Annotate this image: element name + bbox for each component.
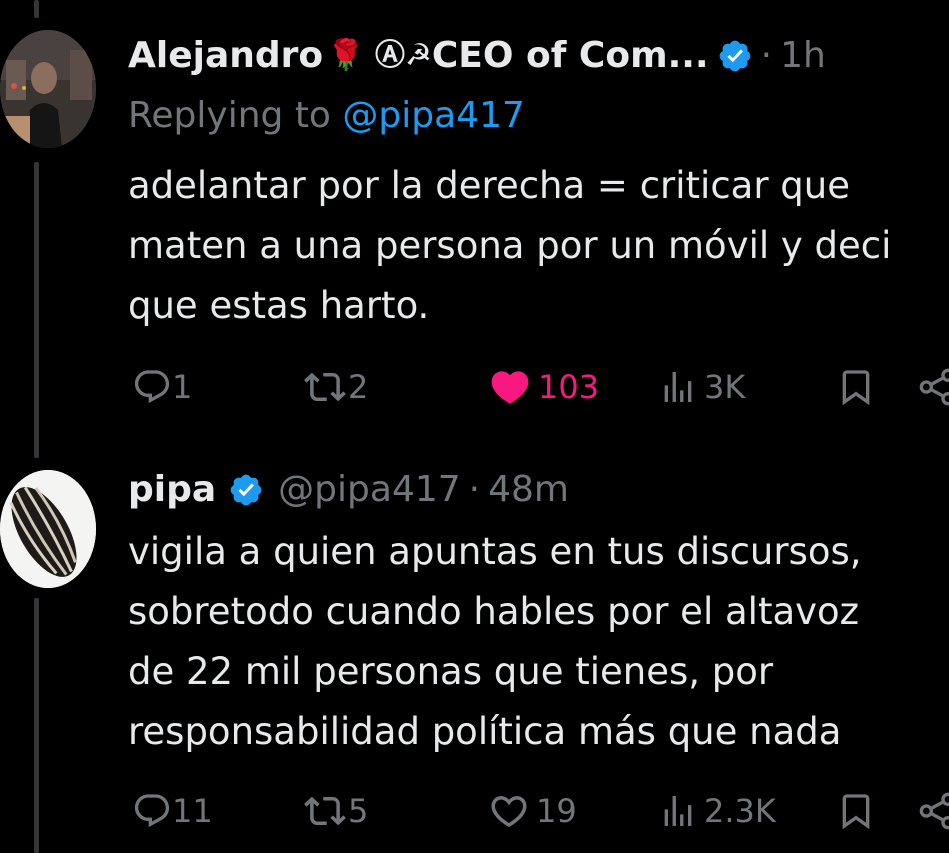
author-name-emojis: 🌹 Ⓐ☭ [327,38,432,73]
retweet-icon [304,796,346,826]
share-icon [919,792,949,830]
share-button[interactable] [918,786,949,836]
author-handle[interactable]: @pipa417 [278,468,460,512]
tweet-body-line: responsabilidad política más que nada [128,710,842,753]
reply-count: 11 [172,792,213,830]
like-count: 103 [538,368,600,406]
avatar[interactable] [0,30,96,148]
separator-dot: · [760,35,773,76]
avatar[interactable] [0,470,96,588]
views-count: 2.3K [704,792,776,830]
like-count: 19 [536,792,577,830]
retweet-button[interactable]: 5 [302,786,368,836]
tweet-time[interactable]: 48m [488,468,569,512]
views-button[interactable]: 2.3K [658,786,776,836]
views-chart-icon [664,372,692,402]
reply-icon [134,794,170,828]
retweet-count: 5 [348,792,369,830]
author-name[interactable]: pipa [128,468,216,512]
reply-icon [134,370,170,404]
bookmark-button[interactable] [836,362,876,412]
reply-button[interactable]: 1 [132,362,192,412]
replying-to: Replying to @pipa417 [128,94,525,138]
bookmark-icon [842,794,870,830]
verified-badge-icon[interactable] [228,472,264,508]
tweet-thread: Alejandro 🌹 Ⓐ☭ CEO of Com... · 1h Replyi… [0,0,949,853]
thread-connector-line [34,0,39,18]
tweet-body-line: que estas harto. [128,284,430,327]
reply-count: 1 [172,368,193,406]
tweet-body: vigila a quien apuntas en tus discursos,… [128,522,949,762]
tweet-body-line: adelantar por la derecha = criticar que [128,164,851,207]
separator-dot: · [468,469,481,510]
person-photo-avatar-icon [0,30,96,148]
tweet-body-line: de 22 mil personas que tienes, por [128,650,774,693]
views-chart-icon [664,796,692,826]
thread-connector-line [34,162,39,458]
reply-mention-link[interactable]: @pipa417 [342,95,524,136]
like-button[interactable]: 103 [488,362,599,412]
share-icon [919,368,949,406]
tweet-body-line: vigila a quien apuntas en tus discursos, [128,530,862,573]
reply-button[interactable]: 11 [132,786,213,836]
author-name-rest[interactable]: CEO of Com... [432,34,709,78]
sunflower-seed-avatar-icon [0,470,96,588]
tweet-actions: 1 2 103 3K [128,362,949,412]
tweet-header: pipa @pipa417 · 48m [128,468,569,512]
tweet-body: adelantar por la derecha = criticar que … [128,156,949,336]
thread-connector-line [34,598,39,853]
tweet-header: Alejandro 🌹 Ⓐ☭ CEO of Com... · 1h [128,34,826,78]
retweet-count: 2 [348,368,369,406]
heart-filled-icon [491,371,529,404]
replying-to-label: Replying to [128,95,343,136]
tweet-body-line: sobretodo cuando hables por el altavoz [128,590,860,633]
bookmark-icon [842,370,870,406]
tweet-actions: 11 5 19 2.3K [128,786,949,836]
heart-outline-icon [491,796,527,828]
views-button[interactable]: 3K [658,362,745,412]
share-button[interactable] [918,362,949,412]
author-name[interactable]: Alejandro [128,34,323,78]
retweet-icon [304,372,346,402]
tweet-body-line: maten a una persona por un móvil y deci [128,224,892,267]
like-button[interactable]: 19 [488,786,577,836]
verified-badge-icon[interactable] [717,38,753,74]
bookmark-button[interactable] [836,786,876,836]
views-count: 3K [704,368,746,406]
tweet-time[interactable]: 1h [780,34,826,78]
retweet-button[interactable]: 2 [302,362,368,412]
